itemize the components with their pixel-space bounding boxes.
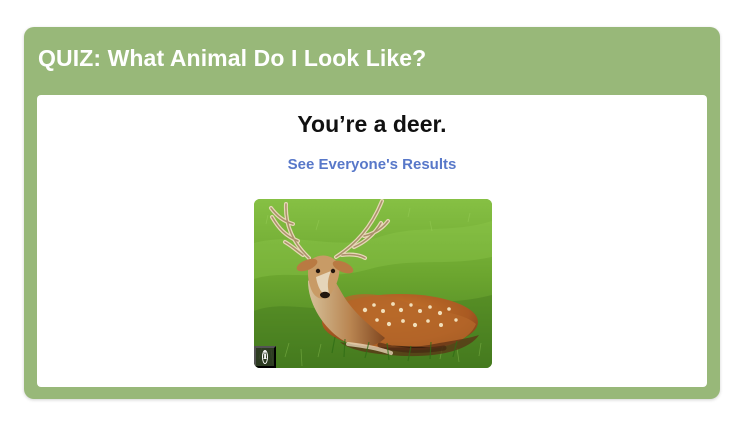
- quiz-title: QUIZ: What Animal Do I Look Like?: [38, 45, 427, 71]
- quiz-card: QUIZ: What Animal Do I Look Like? You’re…: [24, 27, 720, 399]
- see-everyones-results-link[interactable]: See Everyone's Results: [37, 155, 707, 175]
- info-icon: i: [262, 350, 268, 364]
- deer-illustration: [254, 199, 492, 368]
- result-panel: You’re a deer. See Everyone's Results i: [37, 95, 707, 387]
- deer-photo: i: [254, 199, 492, 368]
- image-info-button[interactable]: i: [254, 346, 276, 368]
- result-heading: You’re a deer.: [297, 111, 447, 137]
